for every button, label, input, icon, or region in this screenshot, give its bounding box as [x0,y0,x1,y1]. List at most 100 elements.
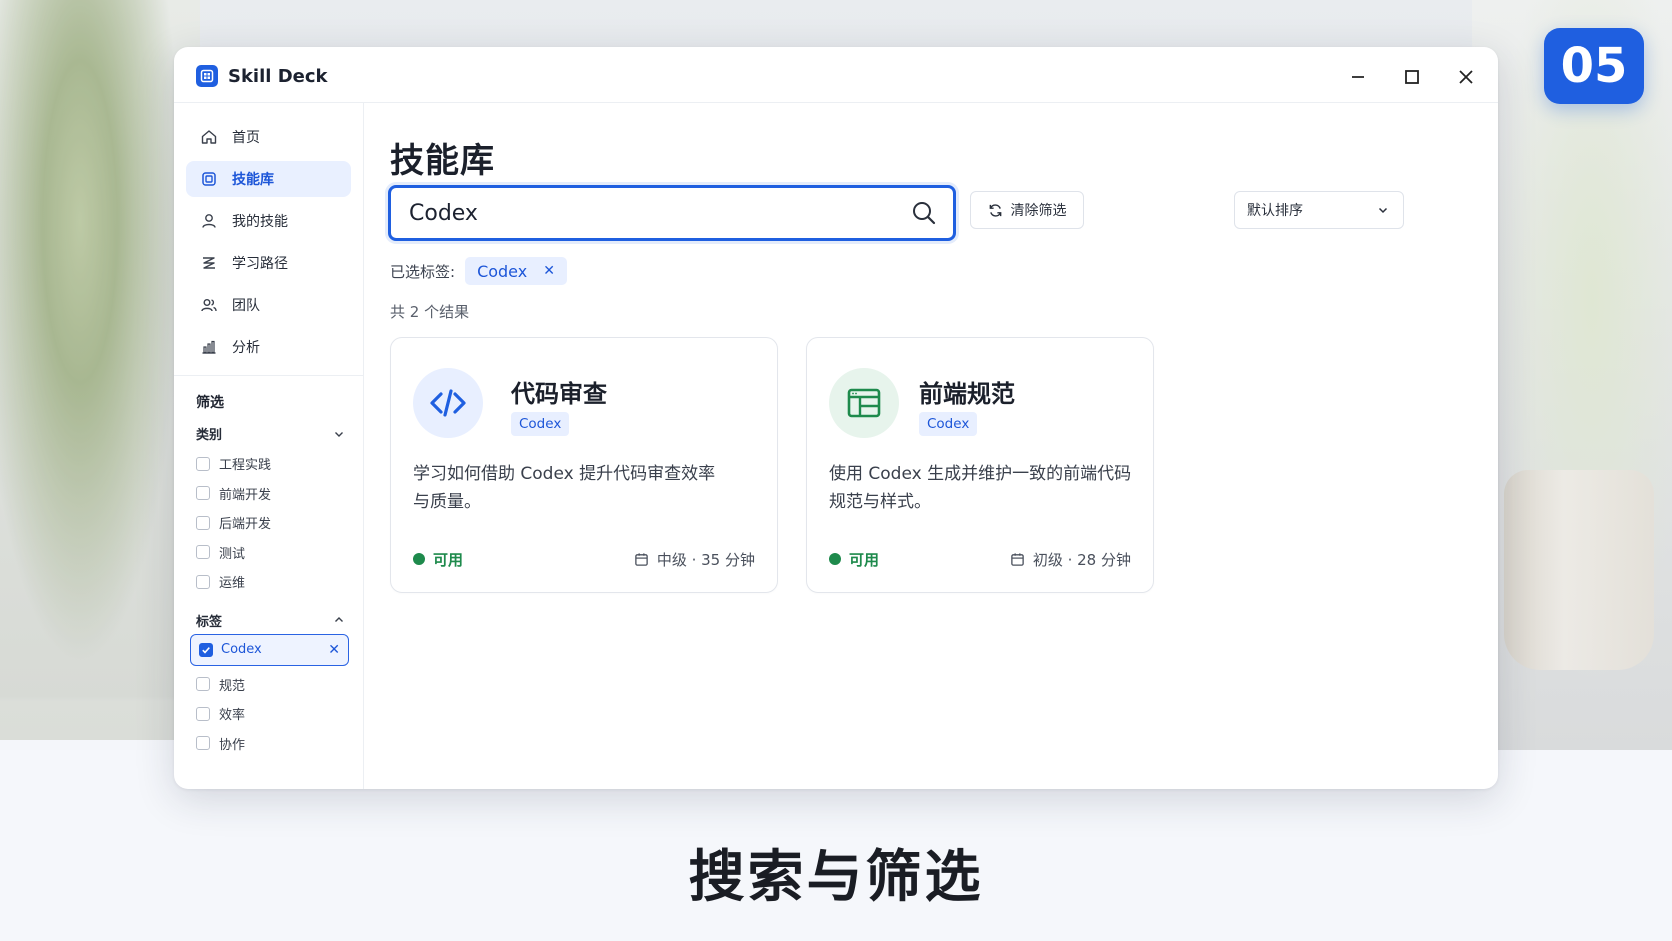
category-option-label: 后端开发 [219,517,272,533]
clear-filters-button[interactable]: 清除筛选 [970,191,1084,229]
clear-filters-label: 清除筛选 [1010,203,1067,219]
category-option[interactable]: 测试 [174,538,363,568]
checkbox[interactable] [196,456,210,471]
card-footer: 可用 初级 · 28 分钟 [829,546,1131,572]
chevron-down-icon [1378,207,1388,214]
close-icon [1459,70,1473,84]
sidebar-item-home[interactable]: 首页 [186,119,351,155]
status-label: 可用 [849,550,880,569]
card-title: 代码审查 [511,380,607,408]
sidebar-item-label: 学习路径 [232,256,288,272]
team-icon [201,299,217,312]
sort-select-value: 默认排序 [1247,203,1303,219]
card-description: 学习如何借助 Codex 提升代码审查效率 与质量。 [413,460,715,516]
status-label: 可用 [433,550,464,569]
checkbox[interactable] [196,545,210,560]
category-option-label: 工程实践 [219,458,272,474]
selected-tag-chip[interactable]: Codex ✕ [465,257,567,285]
step-badge: 05 [1544,28,1644,104]
calendar-icon [635,552,648,566]
close-button[interactable] [1450,61,1482,93]
category-option[interactable]: 前端开发 [174,479,363,509]
category-option[interactable]: 后端开发 [174,508,363,538]
page-title: 技能库 [390,141,495,181]
maximize-button[interactable] [1396,61,1428,93]
checkbox[interactable] [196,677,210,692]
checkbox[interactable] [196,574,210,589]
sidebar-item-team[interactable]: 团队 [186,287,351,323]
category-option[interactable]: 工程实践 [174,449,363,479]
checkbox[interactable] [196,515,210,530]
sidebar-item-label: 技能库 [232,172,274,188]
path-icon [203,257,215,269]
sidebar-item-label: 分析 [232,340,260,356]
remove-chip-icon[interactable]: ✕ [543,263,555,279]
checkbox[interactable] [196,706,210,721]
sidebar-item-label: 团队 [232,298,260,314]
sort-select[interactable]: 默认排序 [1234,191,1404,229]
calendar-icon [1011,552,1024,566]
sidebar-item-my-skills[interactable]: 我的技能 [186,203,351,239]
search-box[interactable] [388,185,956,241]
selected-tags-label: 已选标签: [390,262,456,281]
category-option[interactable]: 运维 [174,567,363,597]
sidebar-item-label: 我的技能 [232,214,288,230]
user-icon [202,214,216,228]
brand: Skill Deck [196,65,328,87]
checkbox[interactable] [196,736,210,751]
sidebar-item-analytics[interactable]: 分析 [186,329,351,365]
check-icon [202,646,210,654]
app-name: Skill Deck [228,65,328,87]
minimize-icon [1352,76,1364,78]
remove-tag-icon[interactable]: ✕ [328,642,340,658]
search-input[interactable] [409,198,889,228]
tags-group-toggle[interactable]: 标签 [174,597,363,630]
tag-option[interactable]: 效率 [174,699,363,729]
tag-option-label: Codex [221,642,262,657]
status-dot-icon [829,553,841,565]
chevron-up-icon [335,617,343,622]
main-content: 技能库 清除筛选 默认排序 已选标签: Codex ✕ 共 2 个结果 代码审查 [374,103,1498,789]
card-description-line: 规范与样式。 [829,492,931,512]
tags-label: 标签 [196,614,223,630]
category-group-toggle[interactable]: 类别 [174,412,363,443]
category-option-label: 前端开发 [219,487,272,503]
tag-option[interactable]: 规范 [174,670,363,700]
tag-option-label: 效率 [219,708,246,724]
selected-tags: 已选标签: Codex ✕ [390,257,567,285]
card-footer: 可用 中级 · 35 分钟 [413,546,755,572]
chart-icon [202,340,216,354]
result-count: 共 2 个结果 [390,303,470,321]
selected-tag-chip-label: Codex [477,261,528,281]
card-tag: Codex [919,412,978,436]
app-window: Skill Deck 首页 技能库 我的技能 学习路径 团队 分析 筛选 类别 … [174,47,1498,789]
title-bar: Skill Deck [174,47,1498,103]
category-option-label: 运维 [219,576,246,592]
card-meta-label: 初级 · 28 分钟 [1032,550,1131,569]
brand-logo-icon [196,65,218,87]
tag-option-selected[interactable]: Codex ✕ [190,633,349,666]
tag-option-label: 规范 [219,678,246,694]
sidebar-item-learning-path[interactable]: 学习路径 [186,245,351,281]
category-option-label: 测试 [219,546,246,562]
skill-card-code-review[interactable]: 代码审查 Codex 学习如何借助 Codex 提升代码审查效率 与质量。 可用… [390,337,778,593]
search-icon[interactable] [911,200,937,226]
refresh-icon [989,203,1001,217]
card-meta: 中级 · 35 分钟 [634,549,755,570]
checkbox-checked[interactable] [199,642,213,657]
status-badge: 可用 [413,549,463,570]
minimize-button[interactable] [1342,61,1374,93]
card-meta: 初级 · 28 分钟 [1010,549,1131,570]
window-controls [1342,61,1482,93]
card-tag: Codex [511,412,570,436]
skill-card-frontend-standards[interactable]: 前端规范 Codex 使用 Codex 生成并维护一致的前端代码 规范与样式。 … [806,337,1154,593]
tag-option-label: 协作 [219,737,246,753]
tag-option[interactable]: 协作 [174,729,363,759]
home-icon [201,130,217,144]
checkbox[interactable] [196,486,210,501]
sidebar: 首页 技能库 我的技能 学习路径 团队 分析 筛选 类别 工程实践 前端开发 后… [174,103,364,789]
status-badge: 可用 [829,549,879,570]
sidebar-item-library[interactable]: 技能库 [186,161,351,197]
chevron-down-icon [335,431,343,437]
card-description: 使用 Codex 生成并维护一致的前端代码 规范与样式。 [829,460,1131,516]
